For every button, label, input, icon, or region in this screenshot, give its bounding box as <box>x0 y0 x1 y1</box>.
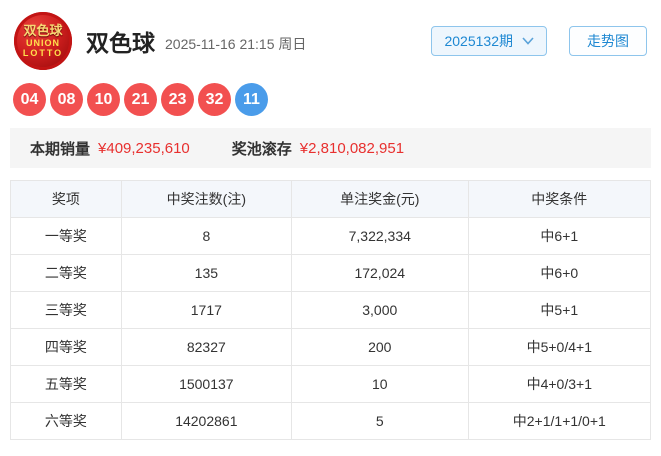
header-buttons: 2025132期 走势图 <box>431 26 647 56</box>
table-cell: 中5+1 <box>467 291 652 329</box>
chevron-down-icon <box>522 37 534 45</box>
table-cell: 3,000 <box>290 291 469 329</box>
trend-chart-button[interactable]: 走势图 <box>569 26 647 56</box>
period-select-button[interactable]: 2025132期 <box>431 26 547 56</box>
blue-ball: 11 <box>235 83 268 116</box>
table-row: 四等奖 82327 200 中5+0/4+1 <box>10 328 652 366</box>
period-select-label: 2025132期 <box>444 33 513 49</box>
pool-value: ¥2,810,082,951 <box>299 139 405 157</box>
table-cell: 8 <box>120 217 292 255</box>
table-cell: 82327 <box>120 328 292 366</box>
union-lotto-logo: 双色球 UNION LOTTO <box>14 12 72 70</box>
table-cell: 135 <box>120 254 292 292</box>
table-cell: 四等奖 <box>10 328 122 366</box>
table-cell: 7,322,334 <box>290 217 469 255</box>
red-ball: 32 <box>198 83 231 116</box>
table-header-row: 奖项 中奖注数(注) 单注奖金(元) 中奖条件 <box>10 180 652 218</box>
table-cell: 六等奖 <box>10 402 122 440</box>
prize-table-body: 一等奖 8 7,322,334 中6+1 二等奖 135 172,024 中6+0 三等奖 171… <box>10 217 652 440</box>
red-ball: 10 <box>87 83 120 116</box>
table-cell: 二等奖 <box>10 254 122 292</box>
table-row: 一等奖 8 7,322,334 中6+1 <box>10 217 652 255</box>
trend-chart-label: 走势图 <box>587 33 629 49</box>
table-cell: 1717 <box>120 291 292 329</box>
table-cell: 五等奖 <box>10 365 122 403</box>
table-header-cell: 单注奖金(元) <box>290 180 469 218</box>
red-ball: 04 <box>13 83 46 116</box>
header: 双色球 UNION LOTTO 双色球 2025-11-16 21:15 周日 … <box>0 0 661 70</box>
table-cell: 14202861 <box>120 402 292 440</box>
table-cell: 中4+0/3+1 <box>467 365 652 403</box>
table-cell: 中5+0/4+1 <box>467 328 652 366</box>
table-cell: 172,024 <box>290 254 469 292</box>
lottery-result-page: 双色球 UNION LOTTO 双色球 2025-11-16 21:15 周日 … <box>0 0 661 456</box>
table-cell: 中6+1 <box>467 217 652 255</box>
red-ball: 23 <box>161 83 194 116</box>
logo-text: UNION <box>26 38 60 48</box>
table-cell: 中6+0 <box>467 254 652 292</box>
draw-datetime: 2025-11-16 21:15 周日 <box>165 36 307 52</box>
red-ball: 21 <box>124 83 157 116</box>
table-row: 三等奖 1717 3,000 中5+1 <box>10 291 652 329</box>
balls-row: 04 08 10 21 23 32 11 <box>0 70 661 116</box>
sales-value: ¥409,235,610 <box>98 139 190 157</box>
table-cell: 1500137 <box>120 365 292 403</box>
prize-table: 奖项 中奖注数(注) 单注奖金(元) 中奖条件 一等奖 8 7,322,334 中6+1 二等… <box>10 180 652 440</box>
page-title: 双色球 <box>86 30 155 56</box>
sales-info-bar: 本期销量 ¥409,235,610 奖池滚存 ¥2,810,082,951 <box>10 128 651 168</box>
table-cell: 10 <box>290 365 469 403</box>
logo-text: 双色球 <box>23 23 63 38</box>
table-row: 二等奖 135 172,024 中6+0 <box>10 254 652 292</box>
table-cell: 中2+1/1+1/0+1 <box>467 402 652 440</box>
red-ball: 08 <box>50 83 83 116</box>
sales-label: 本期销量 <box>30 140 91 158</box>
table-row: 五等奖 1500137 10 中4+0/3+1 <box>10 365 652 403</box>
table-row: 六等奖 14202861 5 中2+1/1+1/0+1 <box>10 402 652 440</box>
table-header-cell: 中奖条件 <box>467 180 652 218</box>
table-cell: 200 <box>290 328 469 366</box>
table-header-cell: 奖项 <box>10 180 122 218</box>
table-cell: 一等奖 <box>10 217 122 255</box>
pool-label: 奖池滚存 <box>231 140 292 158</box>
table-cell: 三等奖 <box>10 291 122 329</box>
logo-text: LOTTO <box>22 48 64 58</box>
table-header-cell: 中奖注数(注) <box>120 180 292 218</box>
table-cell: 5 <box>290 402 469 440</box>
